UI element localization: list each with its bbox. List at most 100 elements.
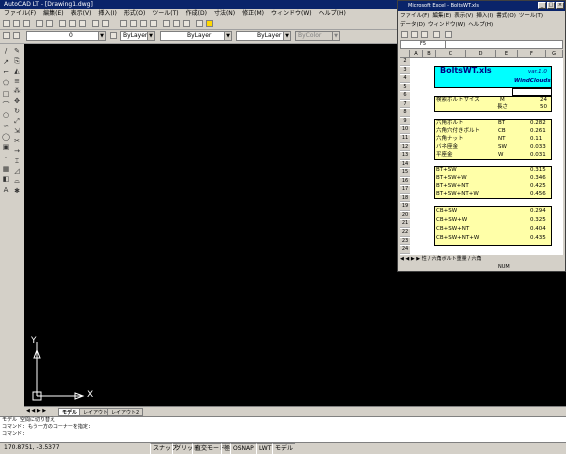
row-header[interactable]: 16 — [400, 177, 410, 186]
row-header[interactable]: 20 — [400, 211, 410, 220]
excel-menu-item[interactable]: ウィンドウ(W) — [428, 22, 465, 28]
lineweight-dropdown[interactable]: ByLayer ▼ — [236, 31, 291, 41]
make-current-icon[interactable] — [110, 32, 117, 39]
pan-icon[interactable] — [120, 20, 127, 27]
row-header[interactable]: 23 — [400, 237, 410, 246]
row-header[interactable]: 8 — [400, 109, 410, 117]
move-icon[interactable]: ✥ — [13, 97, 21, 105]
trim-icon[interactable]: ✂ — [13, 137, 21, 145]
copy-icon[interactable] — [69, 20, 76, 27]
col-header[interactable]: B — [423, 50, 436, 58]
cut-icon[interactable] — [59, 20, 66, 27]
design-center-icon[interactable] — [173, 20, 180, 27]
copy-icon[interactable]: ⎘ — [13, 57, 21, 65]
row-header[interactable]: 5 — [400, 83, 410, 92]
layer-previous-icon[interactable] — [13, 32, 20, 39]
row-header[interactable]: 10 — [400, 126, 410, 134]
row-header[interactable]: 7 — [400, 100, 410, 109]
polyline-icon[interactable]: ⌐ — [2, 68, 10, 76]
maximize-icon[interactable]: □ — [547, 2, 555, 9]
hatch-icon[interactable]: ▦ — [2, 165, 10, 173]
formula-bar[interactable]: F5 — [400, 40, 563, 49]
plotstyle-dropdown[interactable]: ByColor ▼ — [295, 31, 340, 41]
close-icon[interactable]: × — [556, 2, 564, 9]
explode-icon[interactable]: ✱ — [13, 187, 21, 195]
excel-menu-item[interactable]: 書式(O) — [496, 13, 516, 19]
sheet-tabs[interactable]: ◀ ◀ ▶ ▶ 性 / 六角ボルト重量 / 六角 — [400, 255, 563, 263]
properties-icon[interactable] — [163, 20, 170, 27]
save-icon[interactable] — [421, 31, 428, 38]
circle-icon[interactable]: ○ — [2, 111, 10, 119]
new-icon[interactable] — [401, 31, 408, 38]
rotate-icon[interactable]: ↻ — [13, 107, 21, 115]
row-header[interactable]: 15 — [400, 169, 410, 177]
help-icon[interactable] — [196, 20, 203, 27]
linetype-dropdown[interactable]: ByLayer ▼ — [160, 31, 232, 41]
paste-icon[interactable] — [79, 20, 86, 27]
chamfer-icon[interactable]: ◿ — [13, 167, 21, 175]
row-header[interactable]: 24 — [400, 246, 410, 254]
osnap-button[interactable]: OSNAP — [230, 443, 256, 454]
layer-manager-icon[interactable] — [3, 32, 10, 39]
save-icon[interactable] — [23, 20, 30, 27]
row-header[interactable]: 11 — [400, 134, 410, 143]
open-icon[interactable] — [13, 20, 20, 27]
row-header[interactable]: 22 — [400, 229, 410, 237]
input-value[interactable]: 24 — [540, 97, 547, 104]
extend-icon[interactable]: → — [13, 147, 21, 155]
excel-menu-item[interactable]: 表示(V) — [454, 13, 473, 19]
tab-nav-arrows[interactable]: ◀ ◀ ▶ ▶ — [26, 408, 46, 414]
menu-item[interactable]: ウィンドウ(W) — [271, 10, 312, 17]
name-box[interactable]: F5 — [401, 41, 446, 48]
fillet-icon[interactable]: ⌓ — [13, 177, 21, 185]
excel-menu-item[interactable]: ツール(T) — [519, 13, 543, 19]
menu-item[interactable]: 編集(E) — [43, 10, 63, 17]
excel-menu-item[interactable]: ヘルプ(H) — [468, 22, 493, 28]
col-header[interactable]: G — [546, 50, 563, 58]
ray-icon[interactable]: ↗ — [2, 58, 10, 66]
select-all-corner[interactable] — [400, 50, 410, 58]
minimize-icon[interactable]: _ — [538, 2, 546, 9]
row-header[interactable]: 6 — [400, 92, 410, 100]
menu-item[interactable]: ヘルプ(H) — [319, 10, 346, 17]
redo-icon[interactable] — [102, 20, 109, 27]
row-header[interactable]: 12 — [400, 143, 410, 152]
zoom-window-icon[interactable] — [140, 20, 147, 27]
spline-icon[interactable]: ∽ — [2, 122, 10, 130]
excel-menu-item[interactable]: 編集(E) — [432, 13, 451, 19]
offset-icon[interactable]: ≡ — [13, 77, 21, 85]
tab-model[interactable]: モデル — [58, 408, 82, 416]
region-icon[interactable]: ◧ — [2, 175, 10, 183]
command-window[interactable]: モデル 空間に切り替え コマンド: もう一方のコーナーを指定: コマンド: — [0, 416, 566, 442]
line-icon[interactable]: / — [2, 47, 10, 55]
scale-icon[interactable]: ⤢ — [13, 117, 21, 125]
menu-item[interactable]: ツール(T) — [152, 10, 178, 17]
lwt-button[interactable]: LWT — [256, 443, 274, 454]
tab-nav-arrows[interactable]: ◀ ◀ ▶ ▶ — [400, 256, 422, 262]
stretch-icon[interactable]: ⇲ — [13, 127, 21, 135]
tab-layout2[interactable]: レイアウト2 — [107, 408, 144, 416]
cut-icon[interactable] — [445, 31, 452, 38]
row-header[interactable]: 18 — [400, 194, 410, 203]
excel-menu-item[interactable]: 挿入(I) — [476, 13, 493, 19]
zoom-icon[interactable] — [130, 20, 137, 27]
input-value[interactable]: 50 — [540, 104, 547, 111]
rectangle-icon[interactable]: □ — [2, 90, 10, 98]
menu-item[interactable]: 作成(D) — [186, 10, 207, 17]
menu-item[interactable]: 修正(M) — [242, 10, 264, 17]
undo-icon[interactable] — [92, 20, 99, 27]
col-header[interactable]: C — [436, 50, 466, 58]
erase-icon[interactable]: ✎ — [13, 47, 21, 55]
mirror-icon[interactable]: ◭ — [13, 67, 21, 75]
model-button[interactable]: モデル — [272, 443, 296, 454]
selected-cell[interactable] — [512, 88, 552, 96]
point-icon[interactable]: · — [2, 154, 10, 162]
zoom-previous-icon[interactable] — [150, 20, 157, 27]
menu-item[interactable]: 形式(O) — [124, 10, 145, 17]
row-header[interactable]: 4 — [400, 75, 410, 83]
col-header[interactable]: E — [496, 50, 518, 58]
row-header[interactable]: 13 — [400, 152, 410, 160]
col-header[interactable]: F — [518, 50, 546, 58]
excel-menu-item[interactable]: ファイル(F) — [400, 13, 429, 19]
color-dropdown[interactable]: ByLayer ▼ — [120, 31, 155, 41]
